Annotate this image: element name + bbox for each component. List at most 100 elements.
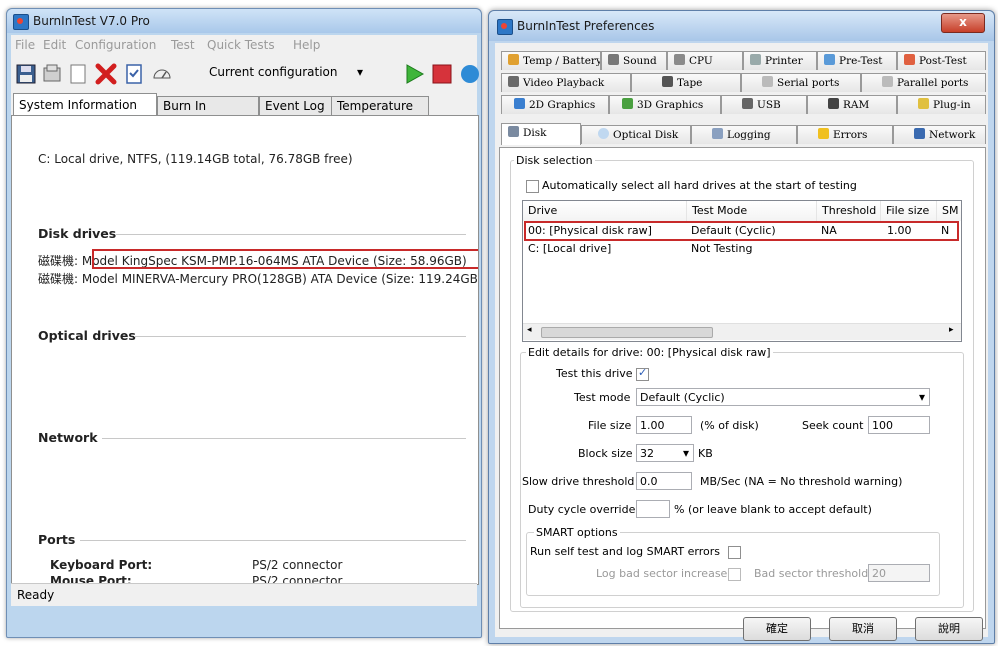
scroll-thumb[interactable]	[541, 327, 713, 338]
test-mode-value: Default (Cyclic)	[640, 391, 725, 404]
tab-network[interactable]: Network	[893, 125, 986, 144]
bad-sector-threshold-input[interactable]: 20	[868, 564, 930, 582]
test-this-drive-checkbox[interactable]	[636, 366, 649, 381]
seek-count-value: 100	[872, 419, 893, 432]
tab-disk[interactable]: Disk	[501, 123, 581, 145]
delete-icon[interactable]	[95, 63, 117, 85]
menu-quick-tests[interactable]: Quick Tests	[207, 38, 275, 52]
tab-burn-in-results[interactable]: Burn In Results	[157, 96, 259, 131]
duty-cycle-input[interactable]	[636, 500, 670, 518]
3d-graphics-icon	[622, 98, 633, 109]
status-text: Ready	[17, 588, 55, 602]
play-icon[interactable]	[403, 63, 425, 85]
disk-drive-2: 磁碟機: Model MINERVA-Mercury PRO(128GB) AT…	[38, 272, 478, 286]
menu-file[interactable]: File	[15, 38, 35, 52]
horizontal-scrollbar[interactable]: ◂ ▸	[523, 323, 961, 340]
config-icon[interactable]	[41, 63, 63, 85]
block-size-unit: KB	[698, 447, 713, 460]
bad-sector-threshold-label: Bad sector threshold	[754, 567, 869, 580]
2d-graphics-icon	[514, 98, 525, 109]
configuration-select[interactable]: Current configuration ▾	[209, 65, 369, 85]
tab-2d-graphics[interactable]: 2D Graphics	[501, 95, 609, 114]
help-icon[interactable]	[459, 63, 481, 85]
video-icon	[508, 76, 519, 87]
test-mode-select[interactable]: Default (Cyclic)	[636, 388, 930, 406]
highlight-box	[524, 221, 959, 241]
tab-system-information[interactable]: System Information	[13, 93, 157, 116]
close-button[interactable]: x	[941, 13, 985, 33]
tab-serial-ports[interactable]: Serial ports	[741, 73, 861, 92]
column-header-threshold[interactable]: Threshold	[817, 201, 881, 221]
tab-optical-disk[interactable]: Optical Disk	[581, 125, 691, 144]
save-icon[interactable]	[15, 63, 37, 85]
log-bad-sector-checkbox[interactable]	[728, 568, 741, 581]
column-header-smart[interactable]: SM	[937, 201, 961, 221]
help-button[interactable]: 說明	[915, 617, 983, 641]
tab-tape[interactable]: Tape	[631, 73, 741, 92]
tape-icon	[662, 76, 673, 87]
smart-log-checkbox[interactable]	[728, 546, 741, 559]
tab-errors[interactable]: Errors	[797, 125, 893, 144]
column-header-drive[interactable]: Drive	[523, 201, 687, 221]
tab-event-log[interactable]: Event Log	[259, 96, 333, 115]
cancel-button[interactable]: 取消	[829, 617, 897, 641]
thermometer-icon	[508, 54, 519, 65]
disk-tab-panel: Disk selection Automatically select all …	[499, 147, 986, 629]
tab-pre-test[interactable]: Pre-Test	[817, 51, 897, 70]
tab-label: Video Playback	[523, 77, 605, 89]
optical-drives-title: Optical drives	[38, 328, 136, 343]
preferences-titlebar[interactable]: BurnInTest Preferences x	[489, 11, 994, 41]
gauge-icon[interactable]	[151, 63, 173, 85]
tab-post-test[interactable]: Post-Test	[897, 51, 986, 70]
table-row[interactable]: C: [Local drive] Not Testing	[523, 241, 961, 258]
scroll-left-icon[interactable]: ◂	[527, 325, 532, 335]
tab-temperature[interactable]: Temperature	[331, 96, 429, 115]
tab-parallel-ports[interactable]: Parallel ports	[861, 73, 986, 92]
auto-select-checkbox[interactable]	[526, 180, 539, 193]
menu-edit[interactable]: Edit	[43, 38, 66, 52]
checklist-icon[interactable]	[123, 63, 145, 85]
main-titlebar[interactable]: BurnInTest V7.0 Pro	[7, 9, 481, 33]
block-size-select[interactable]: 32	[636, 444, 694, 462]
slow-threshold-input[interactable]: 0.0	[636, 472, 692, 490]
menu-test[interactable]: Test	[171, 38, 195, 52]
plug-in-icon	[918, 98, 929, 109]
menu-help[interactable]: Help	[293, 38, 320, 52]
preferences-title: BurnInTest Preferences	[517, 19, 655, 33]
tab-label: Serial ports	[777, 77, 840, 89]
tab-plug-in[interactable]: Plug-in	[897, 95, 986, 114]
tab-video-playback[interactable]: Video Playback	[501, 73, 631, 92]
column-header-file-size[interactable]: File size	[881, 201, 937, 221]
menu-configuration[interactable]: Configuration	[75, 38, 156, 52]
system-information-panel: C: Local drive, NTFS, (119.14GB total, 7…	[11, 115, 479, 585]
pre-test-icon	[824, 54, 835, 65]
tab-ram[interactable]: RAM	[807, 95, 897, 114]
tab-temp-battery[interactable]: Temp / Battery	[501, 51, 601, 70]
seek-count-input[interactable]: 100	[868, 416, 930, 434]
tab-cpu[interactable]: CPU	[667, 51, 743, 70]
preferences-dialog: BurnInTest Preferences x Temp / Battery …	[488, 10, 995, 644]
tab-logging[interactable]: Logging	[691, 125, 797, 144]
ok-button[interactable]: 確定	[743, 617, 811, 641]
logging-icon	[712, 128, 723, 139]
tab-label: Logging	[727, 129, 771, 141]
slow-threshold-label: Slow drive threshold	[522, 475, 635, 488]
tab-usb[interactable]: USB	[721, 95, 807, 114]
tab-label: Disk	[523, 127, 547, 139]
tab-printer[interactable]: Printer	[743, 51, 817, 70]
file-size-unit: (% of disk)	[700, 419, 759, 432]
tab-3d-graphics[interactable]: 3D Graphics	[609, 95, 721, 114]
main-tabs: System Information Burn In Results Event…	[11, 93, 477, 131]
configuration-select-value: Current configuration	[209, 65, 338, 79]
optical-disk-icon	[598, 128, 609, 139]
column-header-test-mode[interactable]: Test Mode	[687, 201, 817, 221]
log-bad-sector-label: Log bad sector increase	[596, 567, 728, 580]
tab-label: Printer	[765, 55, 803, 67]
new-document-icon[interactable]	[67, 63, 89, 85]
file-size-input[interactable]: 1.00	[636, 416, 692, 434]
stop-icon[interactable]	[431, 63, 453, 85]
help-button-label: 說明	[938, 622, 960, 635]
scroll-right-icon[interactable]: ▸	[949, 325, 954, 335]
drive-list[interactable]: Drive Test Mode Threshold File size SM 0…	[522, 200, 962, 342]
tab-sound[interactable]: Sound	[601, 51, 667, 70]
